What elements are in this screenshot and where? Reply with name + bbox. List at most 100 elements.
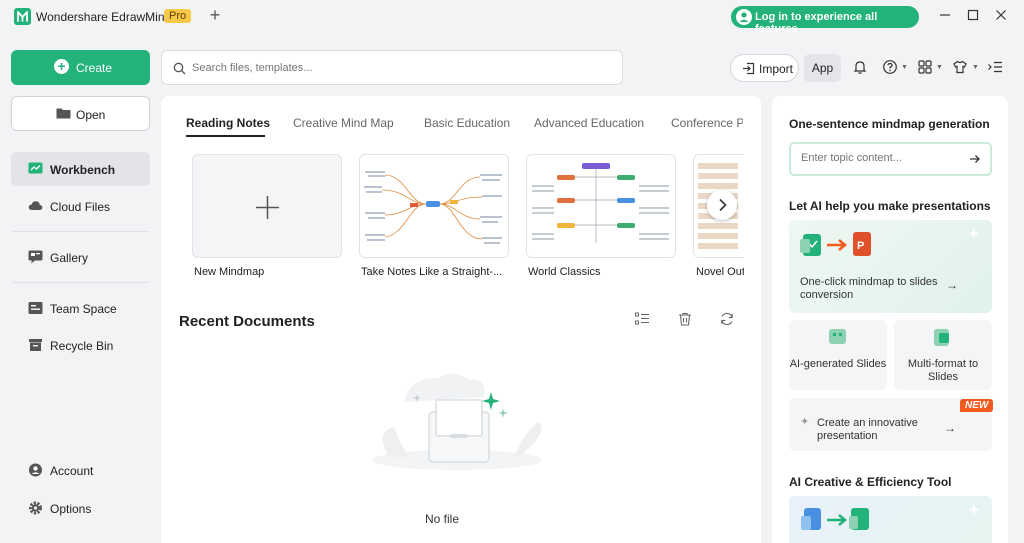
next-templates-button[interactable] bbox=[707, 190, 737, 220]
pro-badge: Pro bbox=[164, 9, 192, 23]
arrow-right-icon: → bbox=[944, 421, 956, 435]
search-icon bbox=[173, 62, 186, 75]
arrow-right-icon: → bbox=[946, 278, 958, 292]
template-card-world-classics[interactable] bbox=[526, 154, 676, 258]
multi-format-slides-label: Multi-format to Slides bbox=[907, 358, 979, 383]
gear-icon bbox=[28, 501, 43, 515]
presentations-title: Let AI help you make presentations bbox=[789, 199, 991, 213]
create-button[interactable]: + Create bbox=[11, 50, 150, 85]
sidebar-item-label: Account bbox=[50, 464, 94, 478]
template-name: Novel Out bbox=[696, 266, 744, 278]
close-icon[interactable] bbox=[993, 7, 1009, 23]
bell-icon[interactable] bbox=[852, 59, 868, 75]
ai-panel: One-sentence mindmap generation Let AI h… bbox=[772, 96, 1008, 543]
import-label: Import bbox=[759, 62, 794, 76]
sidebar-item-label: Gallery bbox=[50, 251, 89, 265]
account-icon bbox=[28, 463, 43, 477]
search-bar[interactable] bbox=[161, 50, 623, 85]
team-icon bbox=[28, 301, 43, 315]
sidebar-item-label: Workbench bbox=[50, 163, 116, 177]
help-chevron-down-icon[interactable]: ▼ bbox=[901, 64, 908, 71]
sidebar-item-account[interactable]: Account bbox=[11, 453, 150, 487]
create-label: Create bbox=[76, 61, 113, 75]
login-label: Log in to experience all features bbox=[755, 11, 878, 35]
divider bbox=[12, 282, 149, 283]
template-card-take-notes[interactable] bbox=[359, 154, 509, 258]
refresh-icon[interactable] bbox=[719, 311, 735, 327]
sidebar-item-label: Options bbox=[50, 502, 92, 516]
svg-text:P: P bbox=[857, 240, 864, 252]
sidebar-item-label: Recycle Bin bbox=[50, 339, 114, 353]
title-bar: Wondershare EdrawMind Pro + Log in to ex… bbox=[0, 0, 1024, 35]
divider bbox=[12, 231, 149, 232]
template-name: Take Notes Like a Straight-... bbox=[361, 266, 503, 278]
folder-icon bbox=[56, 107, 71, 119]
login-button[interactable]: Log in to experience all features bbox=[731, 6, 919, 35]
active-tab-underline bbox=[186, 135, 265, 137]
gallery-icon bbox=[28, 250, 43, 264]
main-panel: Reading Notes Creative Mind Map Basic Ed… bbox=[161, 96, 761, 543]
ai-generated-slides-label: AI-generated Slides bbox=[789, 358, 887, 370]
send-arrow-icon[interactable] bbox=[966, 150, 984, 168]
edrawmind-logo-icon bbox=[14, 8, 31, 25]
mindmap-generation-title: One-sentence mindmap generation bbox=[789, 117, 990, 131]
minimize-icon[interactable] bbox=[937, 7, 953, 23]
sidebar-item-options[interactable]: Options bbox=[11, 491, 150, 525]
ai-creative-tool-title: AI Creative & Efficiency Tool bbox=[789, 475, 952, 489]
plus-icon: + bbox=[54, 59, 69, 74]
empty-box-illustration bbox=[369, 372, 554, 472]
mindmap-thumbnail bbox=[364, 171, 502, 244]
tab-advanced-education[interactable]: Advanced Education bbox=[534, 116, 644, 130]
new-tab-button[interactable]: + bbox=[206, 5, 224, 26]
mindmap-thumbnail bbox=[532, 163, 669, 243]
sparkle-icon: ✦ bbox=[800, 416, 810, 428]
topic-input-box[interactable] bbox=[789, 142, 992, 176]
apps-grid-icon[interactable] bbox=[917, 59, 933, 75]
tab-conference[interactable]: Conference P bbox=[671, 116, 743, 130]
shirt-theme-icon[interactable] bbox=[952, 59, 968, 75]
mindmap-to-slides-card[interactable]: P One-click mindmap to slides conversion… bbox=[789, 220, 992, 313]
ai-generated-slides-card[interactable]: AI-generated Slides bbox=[789, 320, 887, 390]
import-button[interactable]: Import bbox=[730, 54, 799, 82]
tab-reading-notes[interactable]: Reading Notes bbox=[186, 116, 270, 130]
multi-format-icon bbox=[934, 329, 949, 346]
user-icon bbox=[736, 9, 752, 25]
maximize-icon[interactable] bbox=[965, 7, 981, 23]
no-file-text: No file bbox=[424, 512, 459, 526]
apps-chevron-down-icon[interactable]: ▼ bbox=[936, 64, 943, 71]
tab-creative-mind-map[interactable]: Creative Mind Map bbox=[293, 116, 394, 130]
ai-creative-tool-card[interactable] bbox=[789, 496, 992, 543]
sidebar-item-team-space[interactable]: Team Space bbox=[11, 291, 150, 325]
mindmap-to-slides-icon: P bbox=[800, 228, 980, 256]
tab-basic-education[interactable]: Basic Education bbox=[424, 116, 510, 130]
mindmap-to-slides-label: One-click mindmap to slides conversion bbox=[800, 276, 938, 301]
innovative-presentation-label: Create an innovative presentation bbox=[817, 417, 918, 442]
app-button[interactable]: App bbox=[804, 54, 841, 82]
multi-format-slides-card[interactable]: Multi-format to Slides bbox=[894, 320, 992, 390]
search-input[interactable] bbox=[192, 59, 612, 77]
menu-collapse-icon[interactable] bbox=[987, 59, 1003, 75]
help-icon[interactable] bbox=[882, 59, 898, 75]
recent-documents-title: Recent Documents bbox=[179, 313, 315, 330]
chevron-right-icon bbox=[719, 198, 727, 212]
theme-chevron-down-icon[interactable]: ▼ bbox=[972, 64, 979, 71]
open-button[interactable]: Open bbox=[11, 96, 150, 131]
plus-icon bbox=[256, 196, 279, 219]
sidebar-item-gallery[interactable]: Gallery bbox=[11, 240, 150, 274]
sidebar-item-label: Team Space bbox=[50, 302, 117, 316]
sidebar-item-workbench[interactable]: Workbench bbox=[11, 152, 150, 186]
app-title: Wondershare EdrawMind bbox=[36, 10, 172, 24]
cloud-icon bbox=[28, 199, 43, 213]
new-mindmap-card[interactable] bbox=[192, 154, 342, 258]
new-badge: NEW bbox=[960, 399, 994, 412]
template-name: New Mindmap bbox=[194, 266, 265, 278]
trash-icon[interactable] bbox=[677, 311, 693, 327]
workbench-icon bbox=[28, 162, 43, 176]
open-label: Open bbox=[76, 108, 106, 122]
ai-tool-icon bbox=[801, 504, 980, 530]
sidebar-item-cloud-files[interactable]: Cloud Files bbox=[11, 189, 150, 223]
recycle-bin-icon bbox=[28, 338, 43, 352]
topic-input[interactable] bbox=[801, 152, 961, 164]
sidebar-item-recycle-bin[interactable]: Recycle Bin bbox=[11, 328, 150, 362]
list-view-icon[interactable] bbox=[634, 311, 650, 327]
